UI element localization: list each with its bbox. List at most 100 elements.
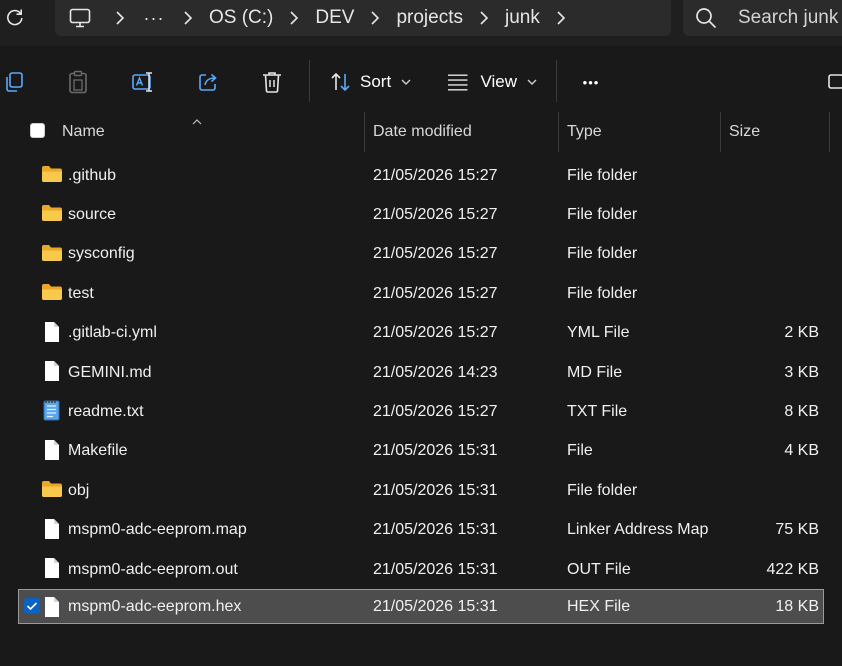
file-icon: [41, 557, 63, 579]
file-row[interactable]: GEMINI.md 21/05/2026 14:23 MD File 3 KB: [0, 353, 842, 392]
chevron-right-icon[interactable]: [358, 11, 392, 25]
file-row[interactable]: sysconfig 21/05/2026 15:27 File folder: [0, 235, 842, 274]
column-header: Name Date modified Type Size: [0, 112, 842, 152]
rename-button[interactable]: [127, 58, 159, 106]
copy-button[interactable]: [0, 58, 28, 106]
paste-button[interactable]: [62, 58, 94, 106]
column-divider[interactable]: [829, 112, 830, 152]
details-pane-button[interactable]: [826, 58, 842, 106]
file-size: 3 KB: [784, 363, 819, 381]
file-icon: [41, 518, 63, 540]
file-row[interactable]: readme.txt 21/05/2026 15:27 TXT File 8 KB: [0, 392, 842, 431]
column-type-label: Type: [567, 123, 602, 140]
file-size: [720, 235, 819, 274]
trash-icon: [263, 72, 281, 93]
file-name: Makefile: [68, 442, 128, 460]
crumb-projects[interactable]: projects: [392, 7, 467, 29]
file-date-modified: 21/05/2026 15:27: [373, 245, 498, 263]
chevron-down-icon: [401, 78, 411, 86]
file-type: TXT File: [567, 402, 628, 420]
file-name: readme.txt: [68, 402, 144, 420]
file-row[interactable]: .github 21/05/2026 15:27 File folder: [0, 156, 842, 195]
file-date-modified: 21/05/2026 15:27: [373, 166, 498, 184]
refresh-button[interactable]: [0, 0, 30, 34]
file-row[interactable]: mspm0-adc-eeprom.out 21/05/2026 15:31 OUT …: [0, 550, 842, 589]
column-size[interactable]: Size: [729, 112, 827, 152]
chevron-right-icon[interactable]: [544, 11, 578, 25]
column-divider[interactable]: [364, 112, 365, 152]
column-divider[interactable]: [720, 112, 721, 152]
column-date-modified[interactable]: Date modified: [373, 112, 557, 152]
hidden-crumbs-button[interactable]: ···: [137, 8, 171, 29]
sort-label: Sort: [360, 72, 392, 91]
file-type: YML File: [567, 324, 630, 342]
file-type: File folder: [567, 245, 638, 263]
file-date-modified: 21/05/2026 14:23: [373, 363, 498, 381]
file-icon: [41, 439, 63, 461]
file-type: MD File: [567, 363, 623, 381]
file-type: HEX File: [567, 597, 631, 615]
file-size: 8 KB: [784, 402, 819, 420]
file-name: mspm0-adc-eeprom.out: [68, 560, 238, 578]
sort-button[interactable]: Sort: [330, 58, 414, 106]
view-button[interactable]: View: [447, 58, 537, 106]
file-type: OUT File: [567, 560, 631, 578]
this-pc-crumb[interactable]: [69, 8, 103, 28]
refresh-icon: [7, 9, 23, 26]
file-size: [720, 195, 819, 234]
column-date-label: Date modified: [373, 123, 472, 140]
file-name: GEMINI.md: [68, 363, 152, 381]
checkmark-icon: [26, 602, 38, 611]
clipboard-icon: [69, 70, 87, 94]
file-row[interactable]: mspm0-adc-eeprom.hex 21/05/2026 15:31 HEX …: [0, 589, 842, 628]
select-all-checkbox[interactable]: [30, 123, 45, 138]
crumb-junk[interactable]: junk: [501, 7, 544, 29]
search-input[interactable]: Search junk: [683, 0, 842, 36]
address-bar-region: ··· OS (C:) DEV projects junk Search jun…: [0, 0, 842, 46]
file-row[interactable]: .gitlab-ci.yml 21/05/2026 15:27 YML File 2 …: [0, 314, 842, 353]
chevron-down-icon: [527, 78, 537, 86]
file-name: obj: [68, 481, 90, 499]
folder-icon: [41, 282, 63, 304]
notepad-icon: [41, 399, 63, 421]
file-row[interactable]: Makefile 21/05/2026 15:31 File 4 KB: [0, 432, 842, 471]
file-icon: [41, 321, 63, 343]
crumb-dev[interactable]: DEV: [311, 7, 358, 29]
file-date-modified: 21/05/2026 15:31: [373, 442, 498, 460]
delete-button[interactable]: [257, 58, 287, 106]
file-name: test: [68, 284, 94, 302]
chevron-right-icon[interactable]: [103, 11, 137, 25]
column-name[interactable]: Name: [62, 112, 362, 152]
file-icon: [41, 360, 63, 382]
share-icon: [199, 73, 217, 91]
chevron-right-icon[interactable]: [467, 11, 501, 25]
view-icon: [447, 74, 468, 91]
folder-icon: [41, 164, 63, 186]
column-size-label: Size: [729, 123, 761, 140]
share-button[interactable]: [192, 58, 224, 106]
file-row[interactable]: source 21/05/2026 15:27 File folder: [0, 195, 842, 234]
more-options-button[interactable]: •••: [574, 58, 608, 106]
file-size: 18 KB: [775, 597, 819, 615]
crumb-drive[interactable]: OS (C:): [205, 7, 277, 29]
copy-icon: [6, 72, 23, 92]
file-row[interactable]: obj 21/05/2026 15:31 File folder: [0, 471, 842, 510]
file-size: 2 KB: [784, 324, 819, 342]
file-row[interactable]: test 21/05/2026 15:27 File folder: [0, 274, 842, 313]
column-divider[interactable]: [558, 112, 559, 152]
file-date-modified: 21/05/2026 15:31: [373, 560, 498, 578]
file-size: [720, 274, 819, 313]
chevron-right-icon[interactable]: [277, 11, 311, 25]
file-type: File folder: [567, 284, 638, 302]
column-name-label: Name: [62, 123, 105, 140]
column-type[interactable]: Type: [567, 112, 717, 152]
file-size: [720, 471, 819, 510]
file-row[interactable]: mspm0-adc-eeprom.map 21/05/2026 15:31 Link…: [0, 511, 842, 550]
row-checkbox[interactable]: [24, 598, 40, 615]
file-size: 75 KB: [775, 521, 819, 539]
folder-icon: [41, 479, 63, 501]
file-date-modified: 21/05/2026 15:27: [373, 324, 498, 342]
file-type: Linker Address Map: [567, 521, 709, 539]
chevron-right-icon[interactable]: [171, 11, 205, 25]
computer-icon: [69, 8, 91, 28]
